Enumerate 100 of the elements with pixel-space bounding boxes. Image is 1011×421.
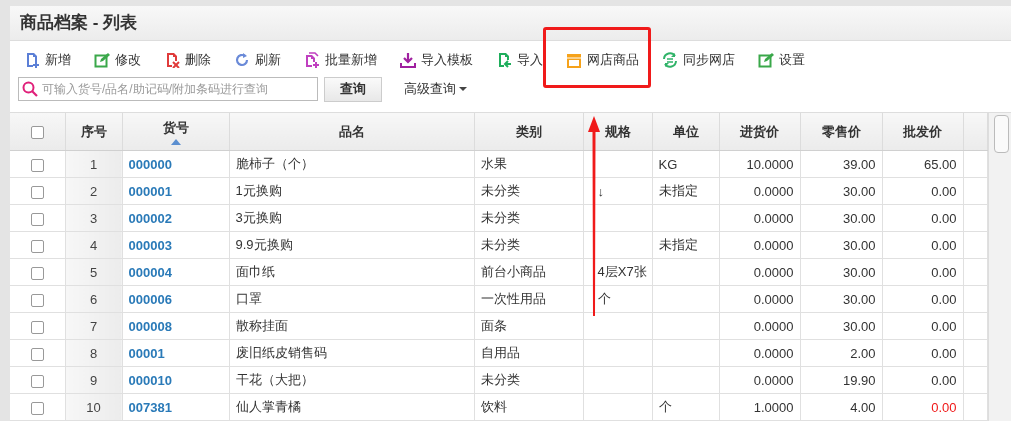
- table-cell: [652, 285, 719, 313]
- scrollbar-thumb[interactable]: [993, 115, 1009, 153]
- table-cell: [652, 258, 719, 286]
- table-cell: 0.00: [882, 285, 963, 313]
- table-cell: 1元换购: [229, 177, 474, 205]
- table-cell: 一次性用品: [474, 285, 583, 313]
- table-cell: 10.0000: [719, 150, 800, 178]
- table-cell: [583, 393, 652, 421]
- toolbar-button[interactable]: 删除: [160, 49, 215, 71]
- table-cell: 饮料: [474, 393, 583, 421]
- table-cell: 9.9元换购: [229, 231, 474, 259]
- toolbar-button[interactable]: 导入: [492, 49, 547, 71]
- table-cell: 000004: [122, 258, 229, 286]
- column-header[interactable]: 类别: [474, 113, 583, 151]
- column-header[interactable]: 品名: [229, 113, 474, 151]
- sort-ascending-icon: [170, 138, 181, 145]
- search-icon: [22, 81, 38, 97]
- table-cell: 000003: [122, 231, 229, 259]
- row-checkbox[interactable]: [30, 239, 44, 253]
- table-cell: [583, 366, 652, 394]
- toolbar-button[interactable]: 修改: [90, 49, 145, 71]
- table-cell: [652, 204, 719, 232]
- table-cell: [652, 339, 719, 367]
- column-header[interactable]: 规格: [583, 113, 652, 151]
- table-cell: 1.0000: [719, 393, 800, 421]
- row-checkbox[interactable]: [30, 185, 44, 199]
- table-cell: 个: [652, 393, 719, 421]
- table-cell: 前台小商品: [474, 258, 583, 286]
- storefront-icon: [566, 52, 582, 68]
- table-cell: [652, 312, 719, 340]
- new-document-icon: [24, 52, 40, 68]
- table-cell: 散称挂面: [229, 312, 474, 340]
- select-all-checkbox[interactable]: [30, 126, 44, 140]
- table-cell: 19.90: [800, 366, 882, 394]
- search-field[interactable]: 可输入货号/品名/助记码/附加条码进行查询: [18, 77, 318, 101]
- table-cell: 0.00: [882, 204, 963, 232]
- table-cell: 口罩: [229, 285, 474, 313]
- table-cell: 未指定: [652, 231, 719, 259]
- edit-icon: [94, 52, 110, 68]
- toolbar-button[interactable]: 新增: [20, 49, 75, 71]
- table-cell: 0.00: [882, 258, 963, 286]
- table-cell: 30.00: [800, 258, 882, 286]
- table-cell: 0.0000: [719, 285, 800, 313]
- sync-icon: [662, 52, 678, 68]
- row-checkbox[interactable]: [30, 320, 44, 334]
- table-cell: 4.00: [800, 393, 882, 421]
- toolbar-button[interactable]: 网店商品: [562, 49, 643, 71]
- table-cell: 0.00: [882, 231, 963, 259]
- row-checkbox[interactable]: [30, 293, 44, 307]
- toolbar-button[interactable]: 批量新增: [300, 49, 381, 71]
- table-cell: 007381: [122, 393, 229, 421]
- row-checkbox[interactable]: [30, 266, 44, 280]
- window-title: 商品档案 - 列表: [20, 12, 138, 34]
- table-cell: 0.00: [882, 393, 963, 421]
- toolbar-button[interactable]: 设置: [754, 49, 809, 71]
- table-cell: 未指定: [652, 177, 719, 205]
- table-cell: 000006: [122, 285, 229, 313]
- query-button[interactable]: 查询: [324, 76, 382, 102]
- table-cell: 0.00: [882, 312, 963, 340]
- table-cell: 0.0000: [719, 258, 800, 286]
- row-checkbox[interactable]: [30, 401, 44, 415]
- table-cell: 0.0000: [719, 366, 800, 394]
- table-cell: 000008: [122, 312, 229, 340]
- table-cell: 面条: [474, 312, 583, 340]
- column-header[interactable]: 零售价: [800, 113, 882, 151]
- column-header[interactable]: 批发价: [882, 113, 963, 151]
- table-cell: 未分类: [474, 204, 583, 232]
- table-cell: 30.00: [800, 312, 882, 340]
- delete-document-icon: [164, 52, 180, 68]
- row-checkbox[interactable]: [30, 374, 44, 388]
- edit-icon: [758, 52, 774, 68]
- column-header[interactable]: 货号: [122, 113, 229, 151]
- row-checkbox[interactable]: [30, 158, 44, 172]
- table-cell: 39.00: [800, 150, 882, 178]
- table-cell: 2.00: [800, 339, 882, 367]
- batch-add-icon: [304, 52, 320, 68]
- table-cell: 未分类: [474, 366, 583, 394]
- scrollbar[interactable]: [987, 113, 1011, 421]
- table-cell: 自用品: [474, 339, 583, 367]
- table-cell: 脆柿子（个）: [229, 150, 474, 178]
- column-header[interactable]: 进货价: [719, 113, 800, 151]
- table-cell: 0.0000: [719, 312, 800, 340]
- row-checkbox[interactable]: [30, 212, 44, 226]
- table-cell: 干花（大把）: [229, 366, 474, 394]
- table-cell: 000001: [122, 177, 229, 205]
- table-cell: 65.00: [882, 150, 963, 178]
- table-cell: [583, 339, 652, 367]
- table-cell: 0.00: [882, 177, 963, 205]
- table-cell: 废旧纸皮销售码: [229, 339, 474, 367]
- row-checkbox[interactable]: [30, 347, 44, 361]
- toolbar-button[interactable]: 导入模板: [396, 49, 477, 71]
- import-icon: [496, 52, 512, 68]
- column-header[interactable]: 单位: [652, 113, 719, 151]
- column-header[interactable]: 序号: [65, 113, 122, 151]
- toolbar-button[interactable]: 刷新: [230, 49, 285, 71]
- table-cell: 0.0000: [719, 339, 800, 367]
- toolbar-button[interactable]: 同步网店: [658, 49, 739, 71]
- table-cell: 仙人掌青橘: [229, 393, 474, 421]
- advanced-query-dropdown[interactable]: 高级查询: [402, 78, 469, 100]
- table-cell: 未分类: [474, 231, 583, 259]
